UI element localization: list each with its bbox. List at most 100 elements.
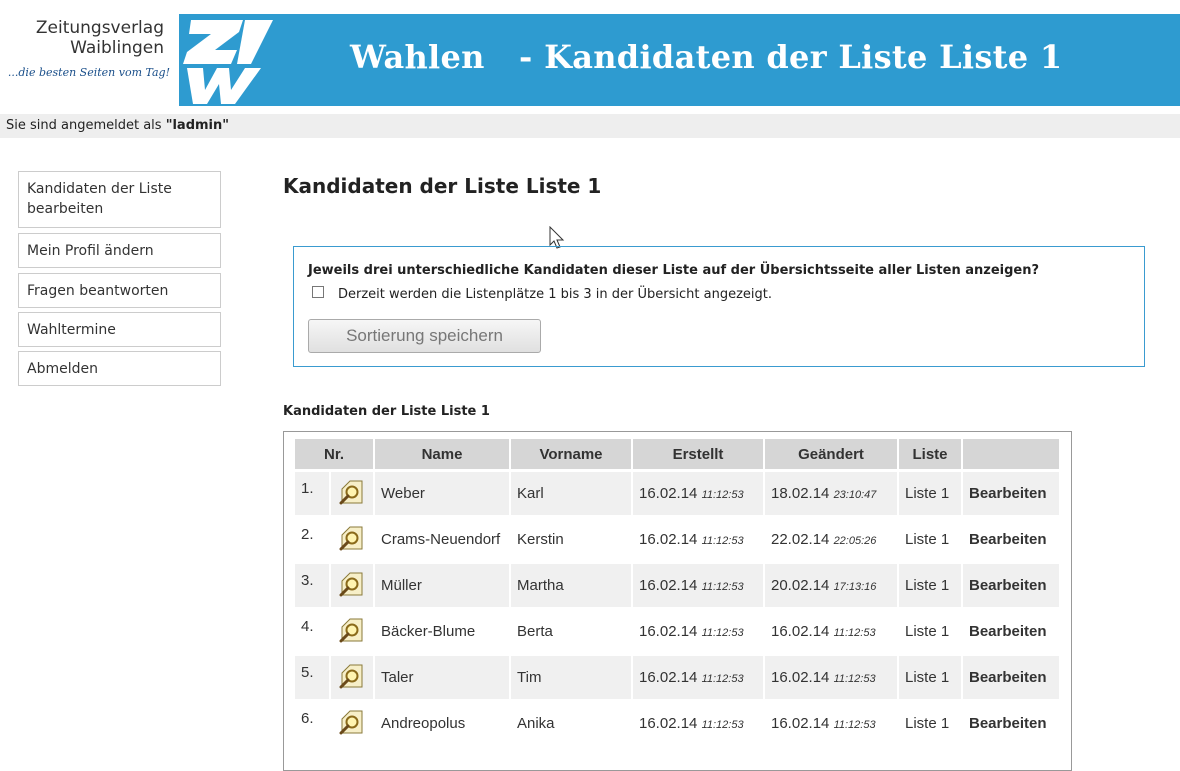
table-row: 1. Weber Karl 16.02.14 11:12:53 18.02.14 23:… [295, 472, 1059, 515]
erstellt-date: 16.02.14 [639, 485, 698, 502]
column-header-liste: Liste [899, 439, 961, 469]
candidate-table-frame: Nr. Name Vorname Erstellt Geändert Liste… [283, 431, 1072, 771]
geaendert-date: 18.02.14 [771, 485, 830, 502]
cell-liste: Liste 1 [899, 656, 961, 699]
cell-erstellt: 16.02.14 11:12:53 [633, 656, 763, 699]
cell-vorname: Berta [511, 610, 631, 653]
view-icon[interactable] [331, 564, 373, 607]
geaendert-date: 20.02.14 [771, 577, 830, 594]
candidate-table: Nr. Name Vorname Erstellt Geändert Liste… [293, 436, 1061, 748]
sidebar-item-kandidaten[interactable]: Kandidaten der Liste bearbeiten [18, 171, 221, 228]
cell-vorname: Martha [511, 564, 631, 607]
table-row: 4. Bäcker-Blume Berta 16.02.14 11:12:53 16.0… [295, 610, 1059, 653]
sidebar-item-profil[interactable]: Mein Profil ändern [18, 233, 221, 268]
erstellt-time: 11:12:53 [701, 673, 744, 685]
erstellt-time: 11:12:53 [701, 719, 744, 731]
geaendert-time: 11:12:53 [833, 719, 876, 731]
erstellt-time: 11:12:53 [701, 535, 744, 547]
edit-link[interactable]: Bearbeiten [963, 564, 1059, 607]
cell-liste: Liste 1 [899, 564, 961, 607]
geaendert-date: 16.02.14 [771, 669, 830, 686]
sidebar-item-abmelden[interactable]: Abmelden [18, 351, 221, 386]
column-header-action [963, 439, 1059, 469]
top-margin [0, 0, 1180, 14]
cell-geaendert: 16.02.14 11:12:53 [765, 610, 897, 653]
geaendert-time: 22:05:26 [833, 535, 877, 547]
table-row: 5. Taler Tim 16.02.14 11:12:53 16.02.14 11:1… [295, 656, 1059, 699]
view-icon[interactable] [331, 518, 373, 561]
cell-name: Taler [375, 656, 509, 699]
table-row: 6. Andreopolus Anika 16.02.14 11:12:53 16.02… [295, 702, 1059, 745]
page-header-title: Wahlen - Kandidaten der Liste Liste 1 [350, 38, 1063, 76]
column-header-nr[interactable]: Nr. [295, 439, 373, 469]
cell-name: Crams-Neuendorf [375, 518, 509, 561]
cell-liste: Liste 1 [899, 472, 961, 515]
cell-liste: Liste 1 [899, 518, 961, 561]
logo-line2: Waiblingen [70, 38, 164, 58]
zvw-logo-icon [181, 14, 276, 106]
sidebar-item-fragen[interactable]: Fragen beantworten [18, 273, 221, 308]
erstellt-time: 11:12:53 [701, 581, 744, 593]
cell-name: Weber [375, 472, 509, 515]
geaendert-date: 22.02.14 [771, 531, 830, 548]
row-number: 2. [295, 518, 329, 561]
geaendert-time: 23:10:47 [833, 489, 877, 501]
erstellt-date: 16.02.14 [639, 577, 698, 594]
save-sorting-button[interactable]: Sortierung speichern [308, 319, 541, 353]
cell-liste: Liste 1 [899, 610, 961, 653]
column-header-vorname[interactable]: Vorname [511, 439, 631, 469]
sort-checkbox-label[interactable]: Derzeit werden die Listenplätze 1 bis 3 … [338, 287, 772, 302]
view-icon[interactable] [331, 472, 373, 515]
cell-erstellt: 16.02.14 11:12:53 [633, 610, 763, 653]
edit-link[interactable]: Bearbeiten [963, 702, 1059, 745]
cell-vorname: Karl [511, 472, 631, 515]
table-row: 3. Müller Martha 16.02.14 11:12:53 20.02.14 … [295, 564, 1059, 607]
sidebar-item-wahltermine[interactable]: Wahltermine [18, 312, 221, 347]
login-status: Sie sind angemeldet als "ladmin" [6, 118, 229, 133]
erstellt-time: 11:12:53 [701, 627, 744, 639]
column-header-name[interactable]: Name [375, 439, 509, 469]
geaendert-date: 16.02.14 [771, 715, 830, 732]
edit-link[interactable]: Bearbeiten [963, 610, 1059, 653]
erstellt-time: 11:12:53 [701, 489, 744, 501]
edit-link[interactable]: Bearbeiten [963, 656, 1059, 699]
logo-line1: Zeitungsverlag [35, 18, 164, 38]
column-header-erstellt[interactable]: Erstellt [633, 439, 763, 469]
edit-link[interactable]: Bearbeiten [963, 472, 1059, 515]
cell-liste: Liste 1 [899, 702, 961, 745]
cell-erstellt: 16.02.14 11:12:53 [633, 702, 763, 745]
logo-slogan: ...die besten Seiten vom Tag! [7, 66, 170, 79]
erstellt-date: 16.02.14 [639, 531, 698, 548]
sort-question: Jeweils drei unterschiedliche Kandidaten… [308, 263, 1040, 278]
column-header-geaendert[interactable]: Geändert [765, 439, 897, 469]
geaendert-time: 11:12:53 [833, 627, 876, 639]
view-icon[interactable] [331, 656, 373, 699]
row-number: 5. [295, 656, 329, 699]
cell-vorname: Kerstin [511, 518, 631, 561]
erstellt-date: 16.02.14 [639, 715, 698, 732]
page-title: Kandidaten der Liste Liste 1 [283, 174, 602, 198]
table-caption: Kandidaten der Liste Liste 1 [283, 404, 490, 419]
cell-geaendert: 18.02.14 23:10:47 [765, 472, 897, 515]
cell-geaendert: 22.02.14 22:05:26 [765, 518, 897, 561]
table-header-row: Nr. Name Vorname Erstellt Geändert Liste [295, 439, 1059, 469]
cell-vorname: Tim [511, 656, 631, 699]
geaendert-date: 16.02.14 [771, 623, 830, 640]
erstellt-date: 16.02.14 [639, 669, 698, 686]
row-number: 1. [295, 472, 329, 515]
sort-checkbox[interactable] [312, 286, 324, 298]
edit-link[interactable]: Bearbeiten [963, 518, 1059, 561]
geaendert-time: 11:12:53 [833, 673, 876, 685]
cell-erstellt: 16.02.14 11:12:53 [633, 518, 763, 561]
cell-geaendert: 20.02.14 17:13:16 [765, 564, 897, 607]
row-number: 3. [295, 564, 329, 607]
erstellt-date: 16.02.14 [639, 623, 698, 640]
cell-name: Bäcker-Blume [375, 610, 509, 653]
geaendert-time: 17:13:16 [833, 581, 877, 593]
row-number: 6. [295, 702, 329, 745]
view-icon[interactable] [331, 702, 373, 745]
cell-vorname: Anika [511, 702, 631, 745]
login-prefix: Sie sind angemeldet als [6, 118, 166, 133]
view-icon[interactable] [331, 610, 373, 653]
table-row: 2. Crams-Neuendorf Kerstin 16.02.14 11:12:5… [295, 518, 1059, 561]
